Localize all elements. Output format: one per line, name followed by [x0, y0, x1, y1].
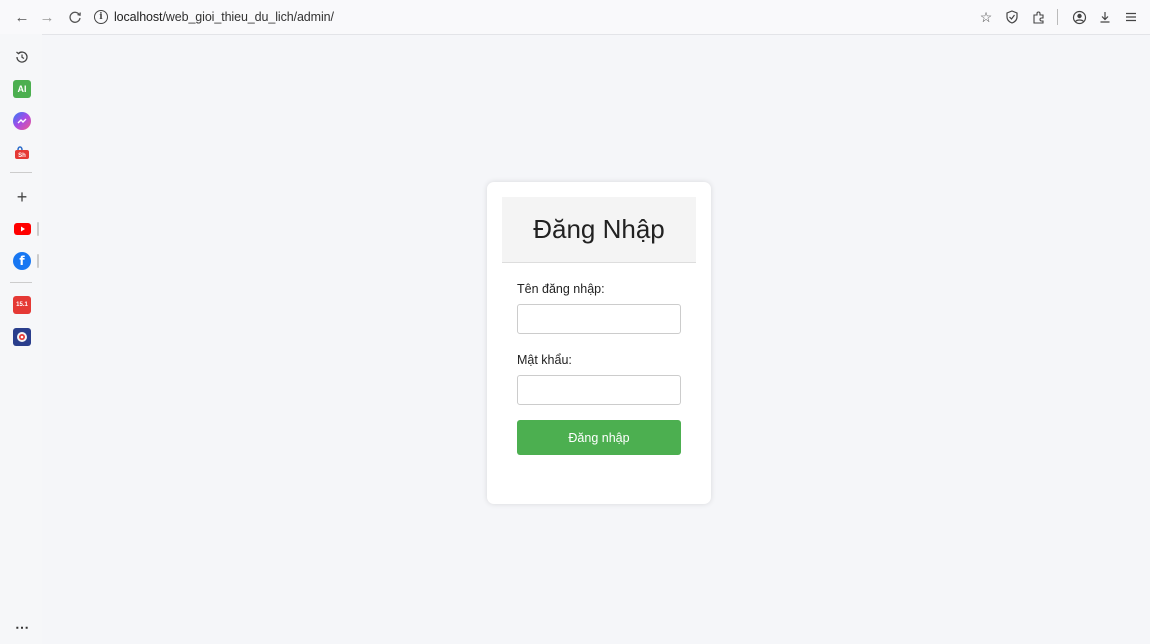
extensions-icon[interactable]: [1027, 6, 1049, 28]
sidebar: AI Sh + f 15.1 ⋯: [0, 34, 42, 644]
back-icon[interactable]: ←: [11, 6, 33, 28]
login-card: Đăng Nhập Tên đăng nhập: Mật khẩu: Đăng …: [487, 182, 711, 504]
add-icon[interactable]: +: [13, 187, 31, 207]
toolbar-right: ☆: [971, 0, 1142, 34]
url-path: /web_gioi_thieu_du_lich/admin/: [162, 10, 334, 24]
shield-icon[interactable]: [1001, 6, 1023, 28]
youtube-icon[interactable]: [13, 220, 31, 238]
address-bar[interactable]: i localhost/web_gioi_thieu_du_lich/admin…: [94, 5, 334, 29]
star-icon[interactable]: ☆: [975, 6, 997, 28]
url-host: localhost: [114, 10, 163, 24]
shopee-icon[interactable]: Sh: [13, 144, 31, 162]
more-icon[interactable]: ⋯: [13, 618, 31, 636]
sidebar-separator: [10, 172, 32, 173]
login-header: Đăng Nhập: [502, 197, 696, 263]
forward-icon[interactable]: →: [36, 6, 58, 28]
app-icon[interactable]: [13, 328, 31, 346]
menu-icon[interactable]: [1120, 6, 1142, 28]
download-icon[interactable]: [1094, 6, 1116, 28]
page-content: Đăng Nhập Tên đăng nhập: Mật khẩu: Đăng …: [42, 34, 1150, 644]
history-icon[interactable]: [13, 48, 31, 66]
account-icon[interactable]: [1068, 6, 1090, 28]
site-info-icon[interactable]: i: [94, 10, 108, 24]
username-label: Tên đăng nhập:: [517, 282, 605, 296]
username-input[interactable]: [517, 304, 681, 334]
reload-icon[interactable]: [64, 6, 86, 28]
url-text[interactable]: localhost/web_gioi_thieu_du_lich/admin/: [114, 10, 334, 24]
facebook-icon[interactable]: f: [13, 252, 31, 270]
sidebar-separator: [10, 282, 32, 283]
password-input[interactable]: [517, 375, 681, 405]
messenger-icon[interactable]: [13, 112, 31, 130]
toolbar-separator: [1057, 9, 1058, 25]
login-button[interactable]: Đăng nhập: [517, 420, 681, 455]
active-tab-marker: [37, 254, 39, 268]
svg-text:Sh: Sh: [18, 153, 26, 159]
login-title: Đăng Nhập: [533, 214, 665, 244]
active-tab-marker: [37, 222, 39, 236]
ai-chat-icon[interactable]: AI: [13, 80, 31, 98]
password-label: Mật khẩu:: [517, 353, 572, 367]
browser-toolbar: ← → i localhost/web_gioi_thieu_du_lich/a…: [0, 0, 1150, 34]
calendar-15-1-icon[interactable]: 15.1: [13, 296, 31, 314]
